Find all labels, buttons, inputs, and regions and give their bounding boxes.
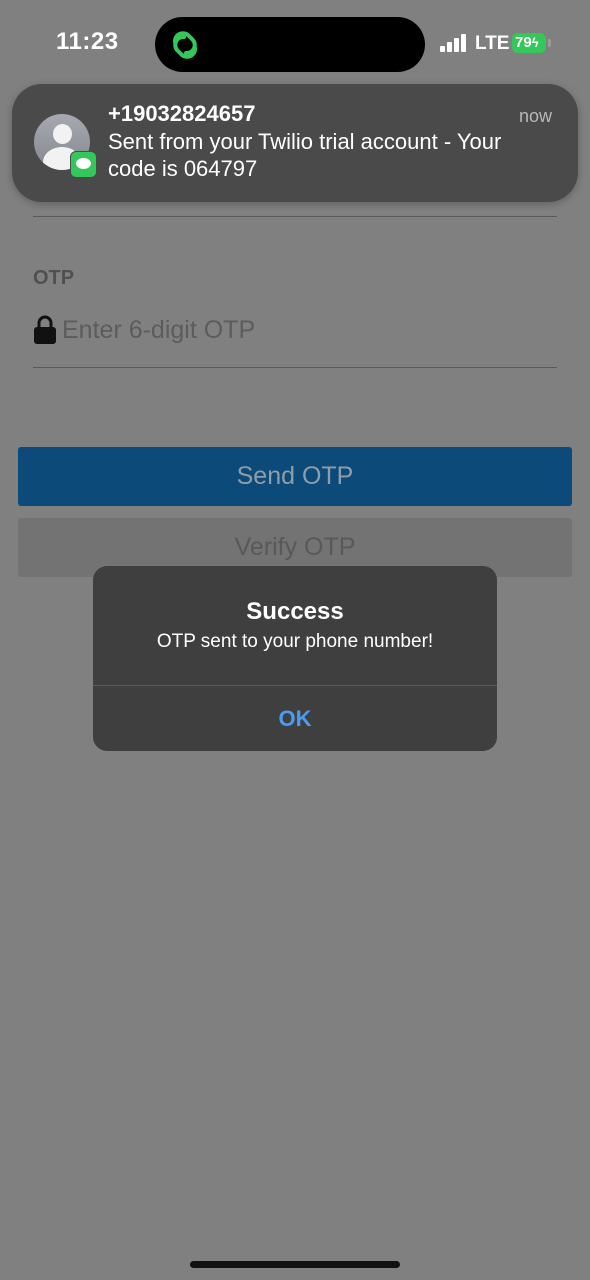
alert-title: Success — [246, 598, 344, 625]
dynamic-island[interactable] — [155, 17, 425, 72]
success-alert: Success OTP sent to your phone number! O… — [93, 566, 497, 751]
network-type: LTE — [475, 33, 510, 54]
alert-ok-button[interactable]: OK — [93, 686, 497, 751]
battery-cap — [548, 39, 551, 47]
linked-rings-icon — [173, 31, 197, 59]
battery-icon: 79ϟ — [512, 33, 546, 53]
phone-field-underline — [33, 216, 557, 217]
status-time: 11:23 — [56, 28, 119, 55]
battery-level: 79 — [515, 34, 532, 51]
notification-time: now — [518, 106, 552, 126]
app-screen: 11:23 LTE 79ϟ +19032824657 now Sent from… — [0, 0, 590, 1280]
alert-message: OTP sent to your phone number! — [156, 631, 434, 652]
send-otp-button[interactable]: Send OTP — [18, 447, 572, 506]
sms-notification[interactable]: +19032824657 now Sent from your Twilio t… — [12, 84, 578, 202]
home-indicator[interactable] — [190, 1261, 400, 1268]
otp-field-underline — [33, 367, 557, 368]
lock-icon — [34, 315, 56, 344]
signal-icon — [440, 34, 468, 52]
notification-sender: +19032824657 — [108, 101, 256, 126]
messages-icon — [70, 151, 97, 178]
notification-body: Sent from your Twilio trial account - Yo… — [108, 129, 502, 181]
otp-label: OTP — [33, 267, 75, 289]
otp-input[interactable] — [62, 312, 542, 348]
charging-bolt-icon: ϟ — [531, 35, 539, 50]
